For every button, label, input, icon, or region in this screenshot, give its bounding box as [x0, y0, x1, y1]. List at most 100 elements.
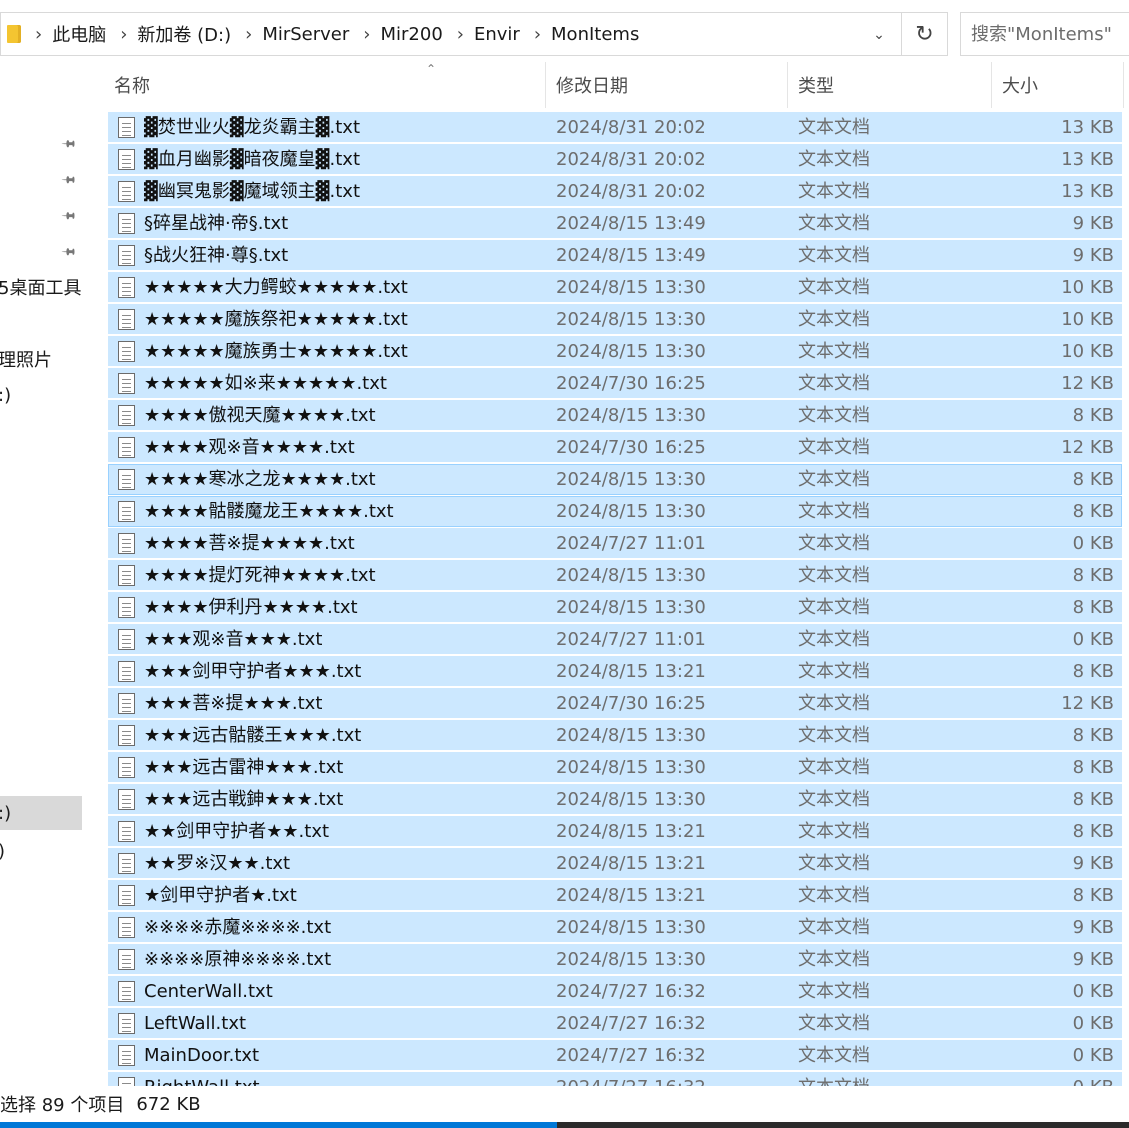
chevron-right-icon[interactable]: ›: [245, 24, 252, 45]
file-row[interactable]: ★★★★观※音★★★★.txt 2024/7/30 16:25 文本文档 12 KB: [108, 432, 1122, 463]
file-size: 8 KB: [1072, 405, 1114, 426]
breadcrumb: › 此电脑 › 新加卷 (D:) › MirServer › Mir200 › Envir › Mon…: [21, 21, 639, 47]
chevron-right-icon[interactable]: ›: [35, 24, 42, 45]
breadcrumb-item[interactable]: › 此电脑: [21, 21, 106, 47]
text-file-icon: [118, 853, 135, 874]
column-header-size[interactable]: 大小: [992, 62, 1124, 108]
breadcrumb-item[interactable]: › MirServer: [231, 24, 349, 45]
file-modified-date: 2024/8/15 13:30: [556, 309, 706, 330]
file-modified-date: 2024/7/27 16:32: [556, 1045, 706, 1066]
file-size: 8 KB: [1072, 821, 1114, 842]
file-row[interactable]: ★★★★菩※提★★★★.txt 2024/7/27 11:01 文本文档 0 KB: [108, 528, 1122, 559]
file-row[interactable]: CenterWall.txt 2024/7/27 16:32 文本文档 0 KB: [108, 976, 1122, 1007]
file-name: ★★★★★魔族勇士★★★★★.txt: [144, 341, 408, 362]
nav-item-drive-other[interactable]: ): [0, 834, 82, 868]
column-header-name[interactable]: 名称: [108, 62, 546, 108]
file-row[interactable]: ★★★观※音★★★.txt 2024/7/27 11:01 文本文档 0 KB: [108, 624, 1122, 655]
file-row[interactable]: ★剑甲守护者★.txt 2024/8/15 13:21 文本文档 8 KB: [108, 880, 1122, 911]
file-row[interactable]: ★★★菩※提★★★.txt 2024/7/30 16:25 文本文档 12 KB: [108, 688, 1122, 719]
nav-item-drive-selected[interactable]: :): [0, 796, 82, 830]
file-row[interactable]: ▓焚世业火▓龙炎霸主▓.txt 2024/8/31 20:02 文本文档 13 KB: [108, 112, 1122, 143]
file-row[interactable]: ★★★远古骷髅王★★★.txt 2024/8/15 13:30 文本文档 8 KB: [108, 720, 1122, 751]
file-name: ★★★远古戦鉮★★★.txt: [144, 789, 344, 810]
file-row[interactable]: ★★★★★魔族祭祀★★★★★.txt 2024/8/15 13:30 文本文档 10 …: [108, 304, 1122, 335]
file-type: 文本文档: [798, 533, 870, 554]
file-row[interactable]: ▓血月幽影▓暗夜魔皇▓.txt 2024/8/31 20:02 文本文档 13 KB: [108, 144, 1122, 175]
breadcrumb-item[interactable]: › Envir: [443, 24, 520, 45]
file-name: ★★★远古雷神★★★.txt: [144, 757, 344, 778]
file-name: ▓血月幽影▓暗夜魔皇▓.txt: [144, 149, 361, 170]
file-row[interactable]: §碎星战神·帝§.txt 2024/8/15 13:49 文本文档 9 KB: [108, 208, 1122, 239]
file-type: 文本文档: [798, 725, 870, 746]
file-modified-date: 2024/8/15 13:30: [556, 565, 706, 586]
file-type: 文本文档: [798, 821, 870, 842]
file-type: 文本文档: [798, 1072, 870, 1086]
file-row[interactable]: ★★★远古戦鉮★★★.txt 2024/8/15 13:30 文本文档 8 KB: [108, 784, 1122, 815]
chevron-right-icon[interactable]: ›: [363, 24, 370, 45]
file-name: ※※※※赤魔※※※※.txt: [144, 917, 332, 938]
breadcrumb-item[interactable]: › 新加卷 (D:): [106, 21, 231, 47]
file-type: 文本文档: [798, 949, 870, 970]
chevron-right-icon[interactable]: ›: [534, 24, 541, 45]
file-type: 文本文档: [798, 565, 870, 586]
file-type: 文本文档: [798, 885, 870, 906]
search-box[interactable]: [960, 12, 1129, 56]
file-row[interactable]: ▓幽冥鬼影▓魔域领主▓.txt 2024/8/31 20:02 文本文档 13 KB: [108, 176, 1122, 207]
taskbar-strip: [0, 1122, 1129, 1128]
file-modified-date: 2024/7/27 16:32: [556, 981, 706, 1002]
column-header-type[interactable]: 类型: [788, 62, 992, 108]
refresh-button[interactable]: ↻: [902, 12, 948, 56]
file-row[interactable]: ※※※※原神※※※※.txt 2024/8/15 13:30 文本文档 9 KB: [108, 944, 1122, 975]
file-modified-date: 2024/7/30 16:25: [556, 437, 706, 458]
status-bar: 选择 89 个项目 672 KB: [0, 1086, 1129, 1122]
file-name: ★★★远古骷髅王★★★.txt: [144, 725, 362, 746]
nav-item-drive[interactable]: :): [0, 378, 82, 412]
file-row[interactable]: ※※※※赤魔※※※※.txt 2024/8/15 13:30 文本文档 9 KB: [108, 912, 1122, 943]
file-row[interactable]: ★★★★傲视天魔★★★★.txt 2024/8/15 13:30 文本文档 8 KB: [108, 400, 1122, 431]
chevron-right-icon[interactable]: ›: [457, 24, 464, 45]
breadcrumb-item[interactable]: › Mir200: [349, 24, 443, 45]
file-name: RightWall.txt: [144, 1072, 260, 1086]
file-size: 12 KB: [1061, 373, 1114, 394]
file-size: 8 KB: [1072, 469, 1114, 490]
search-input[interactable]: [961, 13, 1129, 55]
breadcrumb-label: 新加卷 (D:): [137, 25, 232, 46]
address-bar[interactable]: › 此电脑 › 新加卷 (D:) › MirServer › Mir200 › Envir › Mon…: [0, 12, 902, 56]
text-file-icon: [118, 373, 135, 394]
file-row[interactable]: LeftWall.txt 2024/7/27 16:32 文本文档 0 KB: [108, 1008, 1122, 1039]
file-row[interactable]: ★★★剑甲守护者★★★.txt 2024/8/15 13:21 文本文档 8 KB: [108, 656, 1122, 687]
file-size: 9 KB: [1072, 917, 1114, 938]
file-row[interactable]: ★★★★骷髅魔龙王★★★★.txt 2024/8/15 13:30 文本文档 8 KB: [108, 496, 1122, 527]
file-row[interactable]: MainDoor.txt 2024/7/27 16:32 文本文档 0 KB: [108, 1040, 1122, 1071]
file-row[interactable]: ★★★★★如※来★★★★★.txt 2024/7/30 16:25 文本文档 12 K…: [108, 368, 1122, 399]
breadcrumb-item[interactable]: › MonItems: [520, 24, 640, 45]
text-file-icon: [118, 1077, 135, 1086]
nav-item-photos[interactable]: 理照片: [0, 342, 82, 376]
file-row[interactable]: ★★★★提灯死神★★★★.txt 2024/8/15 13:30 文本文档 8 KB: [108, 560, 1122, 591]
file-modified-date: 2024/8/15 13:21: [556, 661, 706, 682]
text-file-icon: [118, 821, 135, 842]
file-row[interactable]: §战火狂神·尊§.txt 2024/8/15 13:49 文本文档 9 KB: [108, 240, 1122, 271]
file-list[interactable]: ▓焚世业火▓龙炎霸主▓.txt 2024/8/31 20:02 文本文档 13 KB ▓…: [108, 112, 1124, 1086]
file-size: 8 KB: [1072, 789, 1114, 810]
file-row[interactable]: ★★剑甲守护者★★.txt 2024/8/15 13:21 文本文档 8 KB: [108, 816, 1122, 847]
nav-item-desktop-tools[interactable]: 5桌面工具: [0, 270, 82, 304]
file-row[interactable]: ★★★★寒冰之龙★★★★.txt 2024/8/15 13:30 文本文档 8 KB: [108, 464, 1122, 495]
file-row[interactable]: RightWall.txt 2024/7/27 16:32 文本文档 0 KB: [108, 1072, 1122, 1086]
text-file-icon: [118, 789, 135, 810]
chevron-down-icon[interactable]: ⌄: [865, 23, 893, 47]
file-type: 文本文档: [798, 405, 870, 426]
file-modified-date: 2024/7/30 16:25: [556, 373, 706, 394]
file-row[interactable]: ★★罗※汉★★.txt 2024/8/15 13:21 文本文档 9 KB: [108, 848, 1122, 879]
pin-icon: 🖈: [59, 242, 79, 262]
file-row[interactable]: ★★★★★魔族勇士★★★★★.txt 2024/8/15 13:30 文本文档 10 …: [108, 336, 1122, 367]
file-row[interactable]: ★★★远古雷神★★★.txt 2024/8/15 13:30 文本文档 8 KB: [108, 752, 1122, 783]
column-header-date[interactable]: 修改日期: [546, 62, 788, 108]
chevron-right-icon[interactable]: ›: [120, 24, 127, 45]
file-row[interactable]: ★★★★伊利丹★★★★.txt 2024/8/15 13:30 文本文档 8 KB: [108, 592, 1122, 623]
text-file-icon: [118, 725, 135, 746]
file-modified-date: 2024/7/30 16:25: [556, 693, 706, 714]
breadcrumb-label: Mir200: [380, 23, 443, 45]
file-name: CenterWall.txt: [144, 981, 273, 1002]
file-row[interactable]: ★★★★★大力鳄蛟★★★★★.txt 2024/8/15 13:30 文本文档 10 …: [108, 272, 1122, 303]
